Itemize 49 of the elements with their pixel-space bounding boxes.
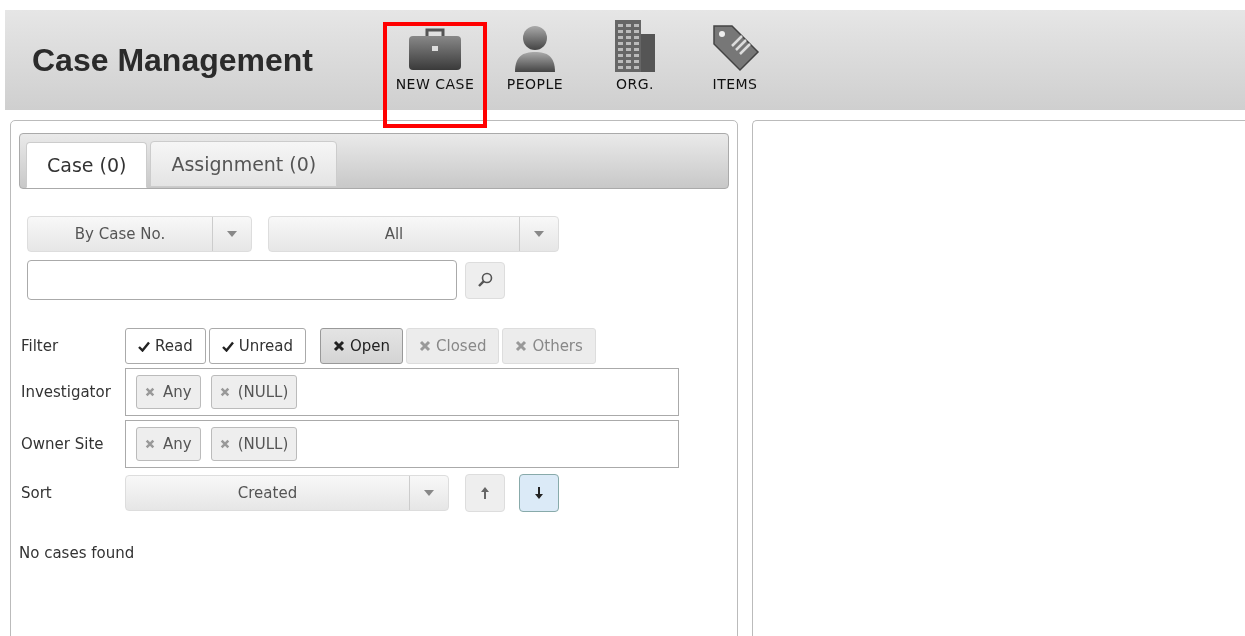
search-field[interactable] [27, 260, 457, 300]
filter-toggle[interactable]: Read [125, 328, 206, 364]
sort-ascending-button[interactable] [465, 474, 505, 512]
tag-chip[interactable]: (NULL) [210, 427, 298, 461]
dropdown[interactable]: Created [125, 475, 449, 511]
filter-toggle[interactable]: Open [319, 328, 404, 364]
nav-button[interactable]: ORG. [585, 15, 685, 105]
building-icon [613, 18, 657, 72]
search-button[interactable] [465, 261, 505, 299]
empty-message: No cases found [19, 543, 136, 564]
search-icon [477, 272, 493, 288]
caret-icon [424, 490, 434, 496]
dropdown-value: By Case No. [28, 217, 213, 251]
tab[interactable]: Assignment (0) [150, 141, 338, 187]
arrow-down-icon [534, 486, 544, 500]
filter-toggle[interactable]: Unread [208, 328, 306, 364]
tag-chip[interactable]: Any [136, 375, 201, 409]
cross-icon [219, 387, 230, 397]
filter-label: Filter [21, 335, 60, 357]
tag-chip[interactable]: (NULL) [210, 375, 298, 409]
cross-icon [145, 387, 155, 397]
tag-field[interactable]: Any (NULL) [125, 368, 679, 416]
briefcase-icon [407, 26, 463, 72]
check-icon [221, 340, 234, 352]
tag-icon [710, 22, 760, 72]
caret-icon [534, 231, 544, 237]
dropdown-value: All [269, 217, 520, 251]
dropdown[interactable]: By Case No. [27, 216, 252, 252]
check-icon [138, 340, 150, 352]
sort-descending-button[interactable] [519, 474, 559, 512]
cross-icon [145, 439, 155, 449]
cross-icon [419, 340, 432, 352]
arrow-up-icon [480, 486, 490, 500]
nav-button[interactable]: ITEMS [685, 15, 785, 105]
tag-field[interactable]: Any (NULL) [125, 420, 679, 468]
dropdown-value: Created [126, 476, 410, 510]
field-label: Investigator [21, 381, 112, 403]
field-label: Owner Site [21, 433, 105, 455]
nav-button[interactable]: NEW CASE [385, 15, 485, 105]
sort-label: Sort [21, 482, 53, 504]
nav-button[interactable]: PEOPLE [485, 15, 585, 105]
caret-icon [227, 231, 237, 237]
tab[interactable]: Case (0) [26, 142, 148, 188]
tag-chip[interactable]: Any [136, 427, 201, 461]
page-title: Case Management [32, 41, 314, 80]
cross-icon [219, 439, 230, 449]
dropdown[interactable]: All [268, 216, 559, 252]
cross-icon [515, 340, 528, 352]
cross-icon [332, 340, 345, 352]
